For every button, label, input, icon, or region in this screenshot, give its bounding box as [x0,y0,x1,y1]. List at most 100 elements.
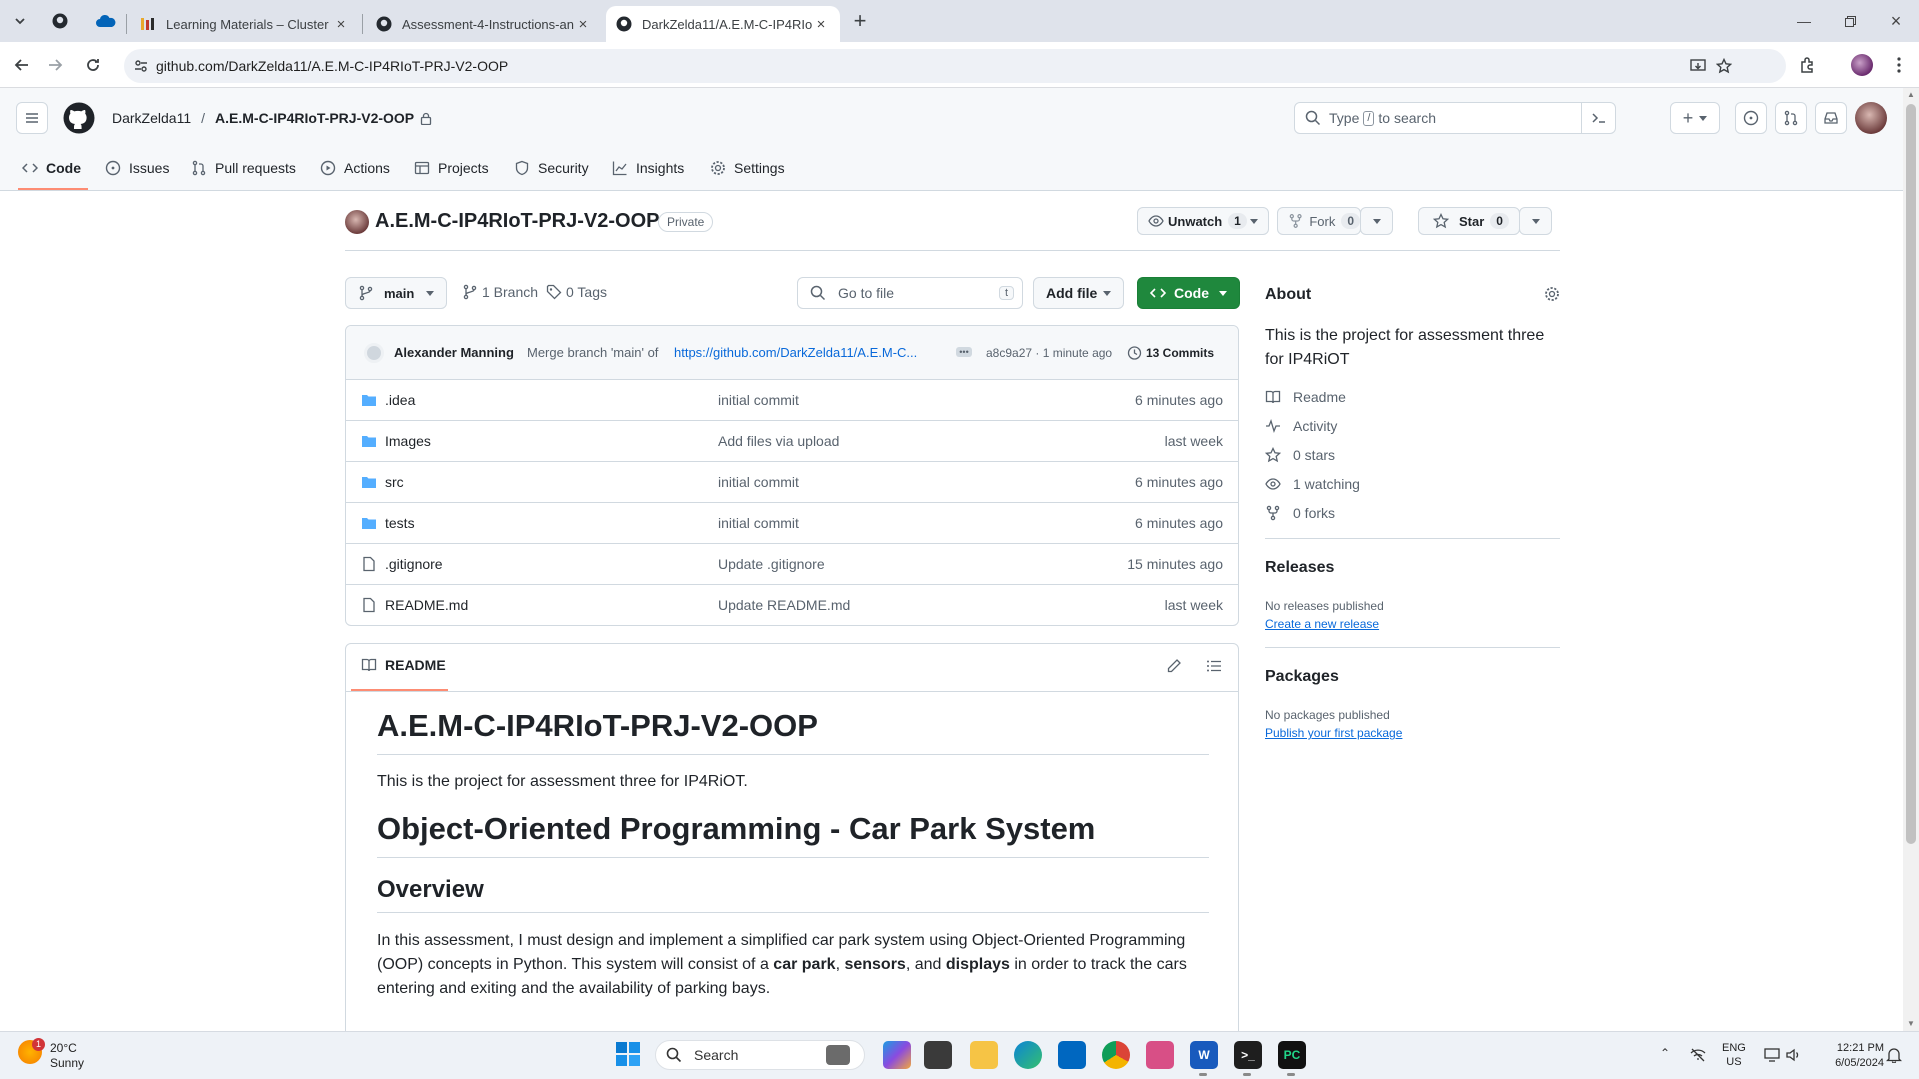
site-info-icon[interactable] [134,59,148,73]
chrome-icon[interactable] [1102,1041,1130,1069]
task-view-icon[interactable] [924,1041,952,1069]
chevron-up-icon[interactable]: ⌃ [1660,1046,1670,1060]
repo-link[interactable]: A.E.M-C-IP4RIoT-PRJ-V2-OOP [215,110,414,126]
file-name[interactable]: .gitignore [385,556,443,572]
scroll-up-icon[interactable]: ▲ [1906,90,1916,100]
scrollbar-track[interactable]: ▲ ▼ [1903,88,1919,1031]
tab-search-button[interactable] [6,7,34,35]
extensions-button[interactable] [1793,50,1823,80]
create-release-link[interactable]: Create a new release [1265,617,1379,631]
store-icon[interactable] [1058,1041,1086,1069]
outline-button[interactable] [1206,658,1222,674]
restore-button[interactable] [1827,0,1873,42]
new-tab-button[interactable]: + [846,7,874,35]
scrollbar-thumb[interactable] [1906,104,1916,844]
commit-message[interactable]: Add files via upload [718,433,839,449]
edit-readme-button[interactable] [1166,658,1182,674]
tab-code[interactable]: Code [22,148,81,188]
go-to-file-input[interactable]: Go to file t [797,277,1023,309]
close-icon[interactable]: × [574,15,592,33]
releases-title[interactable]: Releases [1265,559,1334,577]
star-button[interactable]: Star 0 [1418,207,1520,235]
unwatch-button[interactable]: Unwatch 1 [1137,207,1269,235]
tab-assessment[interactable]: Assessment-4-Instructions-and × [366,6,602,42]
about-readme-link[interactable]: Readme [1265,389,1346,405]
commits-link[interactable]: 13 Commits [1126,345,1214,361]
table-row[interactable]: src initial commit 6 minutes ago [345,461,1239,502]
add-file-button[interactable]: Add file [1033,277,1124,309]
about-watching-link[interactable]: 1 watching [1265,476,1360,492]
about-activity-link[interactable]: Activity [1265,418,1337,434]
inbox-button[interactable] [1815,102,1847,134]
profile-button[interactable] [1847,50,1877,80]
close-icon[interactable]: × [812,15,830,33]
edge-icon[interactable] [1014,1041,1042,1069]
readme-tab[interactable]: README [361,657,446,673]
about-forks-link[interactable]: 0 forks [1265,505,1335,521]
file-explorer-icon[interactable] [970,1041,998,1069]
commit-message[interactable]: Update README.md [718,597,850,613]
tab-insights[interactable]: Insights [612,148,684,188]
file-name[interactable]: Images [385,433,431,449]
table-row[interactable]: .idea initial commit 6 minutes ago [345,379,1239,420]
repo-title[interactable]: A.E.M-C-IP4RIoT-PRJ-V2-OOP [375,210,659,233]
tab-issues[interactable]: Issues [105,148,169,188]
terminal-icon[interactable]: >_ [1234,1041,1262,1069]
forward-button[interactable] [40,50,70,80]
commit-link[interactable]: https://github.com/DarkZelda11/A.E.M-C..… [674,345,917,360]
table-row[interactable]: .gitignore Update .gitignore 15 minutes … [345,543,1239,584]
ellipsis-icon[interactable]: ••• [956,347,972,357]
branches-link[interactable]: 1 Branch [462,284,538,300]
pull-requests-button[interactable] [1775,102,1807,134]
commit-sha-time[interactable]: a8c9a27 · 1 minute ago [986,346,1112,360]
commit-message[interactable]: Merge branch 'main' of [527,345,658,360]
display-icon[interactable] [1764,1048,1780,1062]
tab-actions[interactable]: Actions [320,148,390,188]
file-name[interactable]: tests [385,515,415,531]
install-app-icon[interactable] [1690,58,1706,74]
start-button[interactable] [614,1040,642,1068]
scroll-down-icon[interactable]: ▼ [1906,1019,1916,1029]
packages-title[interactable]: Packages [1265,668,1339,686]
bookmark-star-icon[interactable] [1716,58,1732,74]
tab-active-repo[interactable]: DarkZelda11/A.E.M-C-IP4RIoT- × [606,6,840,42]
browser-menu-button[interactable] [1884,50,1914,80]
commit-message[interactable]: initial commit [718,392,799,408]
tab-security[interactable]: Security [514,148,589,188]
issues-button[interactable] [1735,102,1767,134]
owner-link[interactable]: DarkZelda11 [112,110,191,126]
address-bar[interactable]: github.com/DarkZelda11/A.E.M-C-IP4RIoT-P… [124,49,1786,83]
search-input[interactable]: Type / to search [1294,102,1616,134]
github-logo[interactable] [63,102,95,134]
commit-message[interactable]: Update .gitignore [718,556,825,572]
about-stars-link[interactable]: 0 stars [1265,447,1335,463]
create-new-button[interactable]: + [1670,102,1720,134]
commit-message[interactable]: initial commit [718,474,799,490]
commit-author[interactable]: Alexander Manning [394,345,514,360]
back-button[interactable] [7,50,37,80]
network-icon[interactable] [1690,1048,1706,1062]
tab-pull-requests[interactable]: Pull requests [191,148,296,188]
pinned-tab-github[interactable] [46,7,74,35]
language-indicator[interactable]: ENG US [1722,1041,1746,1069]
volume-icon[interactable] [1786,1048,1802,1062]
taskbar-search[interactable]: Search [655,1040,865,1070]
publish-package-link[interactable]: Publish your first package [1265,726,1402,740]
code-dropdown-button[interactable]: Code [1137,277,1240,309]
about-settings-button[interactable] [1544,286,1560,302]
notifications-button[interactable] [1886,1047,1902,1063]
fork-dropdown-button[interactable] [1360,207,1393,235]
table-row[interactable]: tests initial commit 6 minutes ago [345,502,1239,543]
weather-widget[interactable]: 20°C Sunny [50,1041,84,1071]
close-icon[interactable]: × [332,15,350,33]
reload-button[interactable] [78,50,108,80]
tab-learning-materials[interactable]: Learning Materials – Cluster - IP × [130,6,360,42]
minimize-button[interactable]: — [1781,0,1827,42]
file-name[interactable]: .idea [385,392,415,408]
table-row[interactable]: README.md Update README.md last week [345,584,1239,625]
file-name[interactable]: README.md [385,597,468,613]
word-icon[interactable]: W [1190,1041,1218,1069]
branch-select-button[interactable]: main [345,277,447,309]
clock[interactable]: 12:21 PM 6/05/2024 [1814,1041,1884,1071]
fork-button[interactable]: Fork 0 [1277,207,1361,235]
